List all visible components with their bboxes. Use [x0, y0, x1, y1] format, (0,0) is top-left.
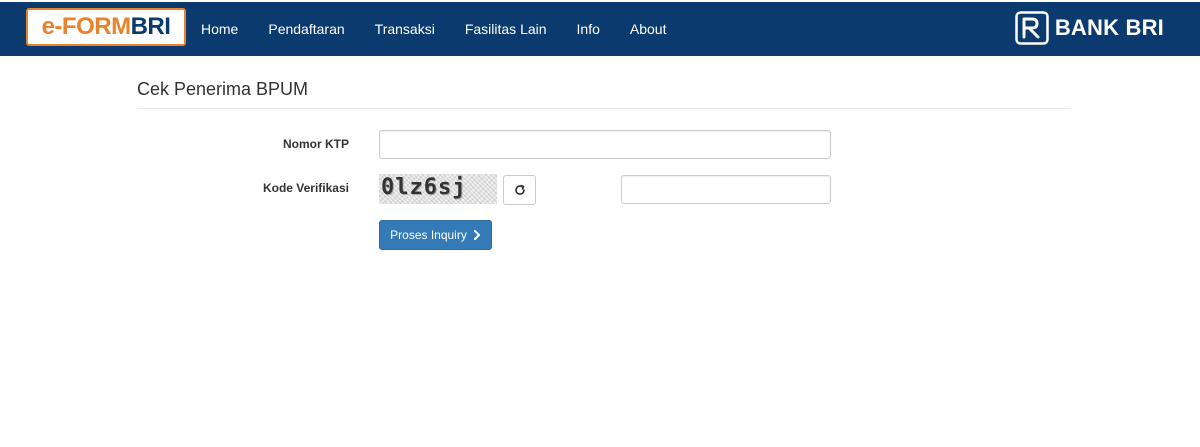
title-divider [137, 108, 1071, 109]
chevron-right-icon [473, 230, 481, 240]
nav-fasilitas-lain[interactable]: Fasilitas Lain [450, 2, 562, 56]
nav-transaksi[interactable]: Transaksi [360, 2, 450, 56]
ktp-label: Nomor KTP [283, 137, 349, 151]
bank-bri-brand: BANK BRI [1015, 10, 1164, 46]
nav-about[interactable]: About [615, 2, 682, 56]
bri-logo-icon [1015, 11, 1049, 45]
captcha-image: 0lz6sj [379, 174, 497, 204]
page-title: Cek Penerima BPUM [137, 79, 309, 99]
captcha-input[interactable] [621, 175, 831, 204]
captcha-text: 0lz6sj [381, 175, 467, 200]
nav-menu: Home Pendaftaran Transaksi Fasilitas Lai… [186, 2, 681, 56]
submit-label: Proses Inquiry [390, 228, 467, 242]
eformbri-logo[interactable]: e-FORM BRI [26, 8, 186, 46]
top-navbar: e-FORM BRI Home Pendaftaran Transaksi Fas… [0, 0, 1200, 56]
logo-text-eform: e-FORM [41, 13, 132, 40]
nav-info[interactable]: Info [562, 2, 615, 56]
refresh-captcha-button[interactable] [503, 175, 536, 205]
logo-text-bri: BRI [130, 13, 171, 40]
proses-inquiry-button[interactable]: Proses Inquiry [379, 220, 492, 250]
refresh-icon [514, 184, 525, 195]
nav-home[interactable]: Home [186, 2, 253, 56]
brand-text: BANK BRI [1054, 15, 1164, 40]
kode-verifikasi-label: Kode Verifikasi [262, 181, 349, 195]
ktp-input[interactable] [379, 130, 831, 159]
nav-pendaftaran[interactable]: Pendaftaran [253, 2, 359, 56]
